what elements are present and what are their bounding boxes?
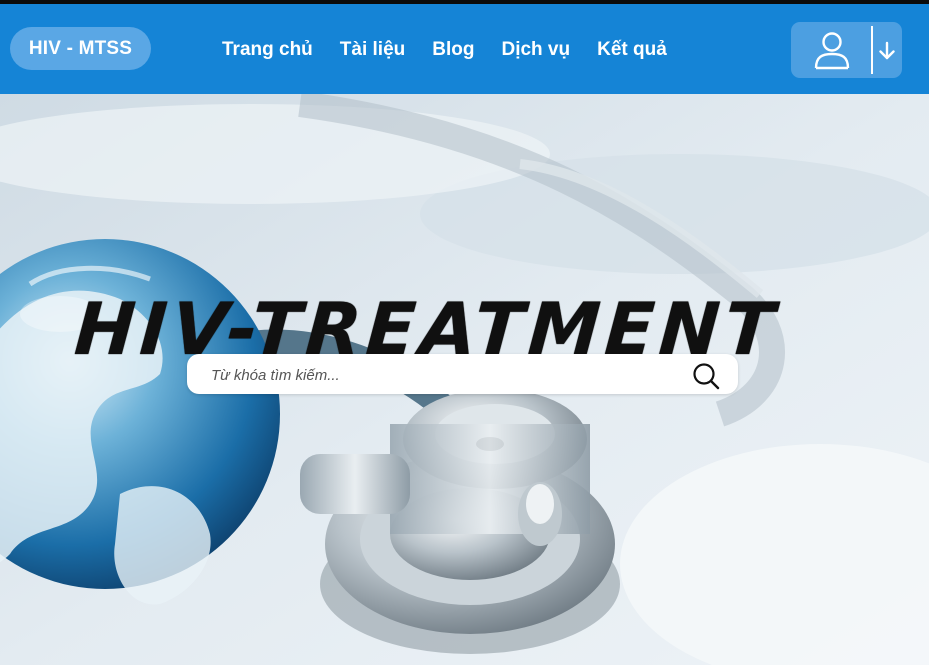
nav-item-results[interactable]: Kết quả xyxy=(597,39,667,61)
arrow-down-icon[interactable] xyxy=(876,40,898,62)
user-icon[interactable] xyxy=(811,30,853,72)
search-input[interactable] xyxy=(209,362,673,388)
main-nav: Trang chủ Tài liệu Blog Dịch vụ Kết quả xyxy=(222,36,694,64)
user-menu-divider xyxy=(871,26,873,74)
nav-item-blog[interactable]: Blog xyxy=(432,39,474,61)
navbar: HIV - MTSS Trang chủ Tài liệu Blog Dịch … xyxy=(0,4,929,94)
user-menu-button[interactable] xyxy=(791,22,902,78)
brand-logo[interactable]: HIV - MTSS xyxy=(10,27,151,70)
search-icon[interactable] xyxy=(692,362,720,390)
nav-item-documents[interactable]: Tài liệu xyxy=(340,39,405,61)
search-bar[interactable] xyxy=(187,354,738,394)
nav-item-home[interactable]: Trang chủ xyxy=(222,39,313,61)
nav-item-services[interactable]: Dịch vụ xyxy=(501,39,570,61)
